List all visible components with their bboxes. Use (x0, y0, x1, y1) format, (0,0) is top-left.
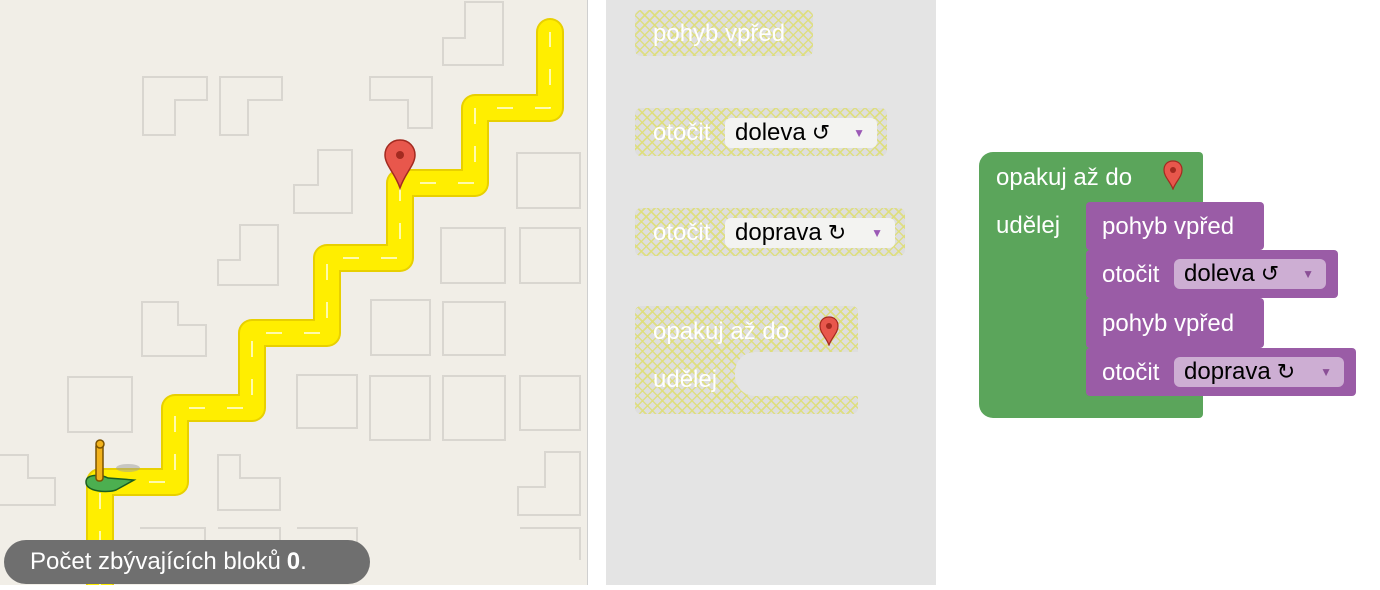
marker-icon (1163, 160, 1183, 190)
dropdown-arrow-icon: ▼ (1320, 365, 1332, 379)
do-label: udělej (653, 366, 718, 393)
repeat-until-label: opakuj až do (996, 164, 1133, 191)
repeat-until-label: opakuj až do (653, 318, 790, 345)
turn-left-dropdown[interactable]: doleva ↺ ▼ (1174, 259, 1326, 289)
maze-svg (0, 0, 588, 590)
turn-right-dropdown-value: doprava (735, 219, 822, 246)
maze-area: Počet zbývajících bloků 0 . (0, 0, 588, 590)
turn-left-label: otočit (653, 119, 711, 146)
turn-right-icon: ↻ (1276, 359, 1296, 384)
remaining-blocks-suffix: . (300, 548, 307, 575)
toolbox-turn-left-block[interactable]: otočit doleva ↺ ▼ (635, 108, 887, 156)
turn-left-dropdown[interactable]: doleva ↺ ▼ (725, 118, 877, 148)
dropdown-arrow-icon: ▼ (853, 126, 865, 140)
workspace[interactable]: opakuj až do udělej pohyb vpřed otočit d… (936, 0, 1380, 585)
move-forward-label: pohyb vpřed (1102, 213, 1235, 240)
toolbox-move-forward-block[interactable]: pohyb vpřed (635, 10, 813, 56)
turn-left-block[interactable]: otočit doleva ↺ ▼ (1086, 250, 1338, 298)
turn-left-label: otočit (1102, 261, 1160, 288)
dropdown-arrow-icon: ▼ (871, 226, 883, 240)
turn-left-icon: ↺ (1260, 261, 1280, 286)
move-forward-label: pohyb vpřed (653, 20, 786, 47)
turn-left-dropdown-value: doleva (1184, 260, 1255, 287)
do-label: udělej (996, 212, 1061, 239)
turn-right-label: otočit (1102, 359, 1160, 386)
toolbox-repeat-until-block[interactable]: opakuj až do udělej (635, 306, 858, 414)
marker-icon (819, 316, 839, 346)
turn-right-label: otočit (653, 219, 711, 246)
dropdown-arrow-icon: ▼ (1302, 267, 1314, 281)
move-forward-block[interactable]: pohyb vpřed (1086, 202, 1264, 250)
remaining-blocks-count: 0 (286, 548, 301, 575)
remaining-blocks-text: Počet zbývajících bloků (30, 548, 281, 575)
turn-right-dropdown[interactable]: doprava ↻ ▼ (725, 218, 895, 248)
remaining-blocks-bubble: Počet zbývajících bloků 0 . (4, 540, 370, 584)
toolbox-flyout[interactable]: pohyb vpřed otočit doleva ↺ ▼ otočit dop… (606, 0, 936, 585)
repeat-statement-slot[interactable] (735, 352, 858, 396)
turn-right-block[interactable]: otočit doprava ↻ ▼ (1086, 348, 1356, 396)
turn-left-icon: ↺ (811, 120, 831, 145)
turn-right-dropdown[interactable]: doprava ↻ ▼ (1174, 357, 1344, 387)
turn-left-dropdown-value: doleva (735, 119, 806, 146)
turn-right-icon: ↻ (827, 220, 847, 245)
turn-right-dropdown-value: doprava (1184, 358, 1271, 385)
move-forward-block[interactable]: pohyb vpřed (1086, 298, 1264, 348)
toolbox-turn-right-block[interactable]: otočit doprava ↻ ▼ (635, 208, 905, 256)
maze-divider (587, 0, 588, 585)
move-forward-label: pohyb vpřed (1102, 310, 1235, 337)
